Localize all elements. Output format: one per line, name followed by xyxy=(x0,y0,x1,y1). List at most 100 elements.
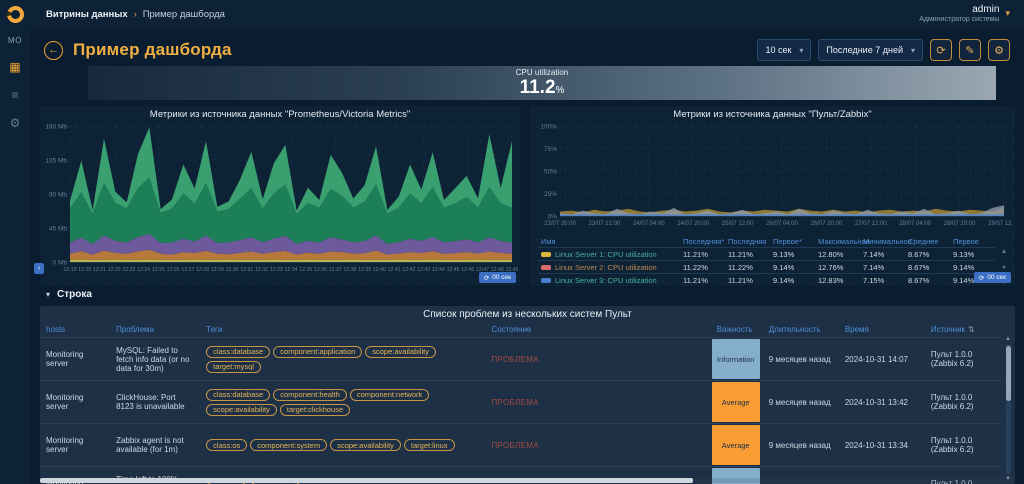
sidebar-item-settings[interactable]: ⚙ xyxy=(10,117,21,129)
sidebar-item-dashboards[interactable]: ▦ xyxy=(9,61,20,73)
legend-stat-value: 9.13% xyxy=(770,248,815,261)
svg-text:12:21: 12:21 xyxy=(93,267,106,273)
series-name: Linux Server 3: CPU utilization xyxy=(555,276,657,285)
range-handle[interactable]: ‹ xyxy=(34,263,44,274)
svg-text:27/07 12:00: 27/07 12:00 xyxy=(855,221,887,227)
breadcrumb-root[interactable]: Витрины данных xyxy=(46,9,128,20)
svg-text:12:35: 12:35 xyxy=(299,267,312,273)
chevron-down-icon: ▾ xyxy=(911,46,915,55)
dashboard-settings-button[interactable]: ⚙ xyxy=(988,39,1010,61)
user-menu[interactable]: admin Администратор системы ▾ xyxy=(919,4,1010,24)
back-button[interactable]: ← xyxy=(44,41,63,60)
legend-stat-value: 11.21% xyxy=(725,274,770,287)
tag-pill[interactable]: scope:availability xyxy=(330,439,401,451)
scroll-up-icon[interactable]: ▲ xyxy=(1001,248,1008,255)
tag-pill[interactable]: target:linux xyxy=(404,439,455,451)
series-name: Linux Server 2: CPU utilization xyxy=(555,263,657,272)
svg-text:12:39: 12:39 xyxy=(358,267,371,273)
refresh-interval-select[interactable]: 10 сек ▾ xyxy=(757,39,811,61)
legend-stat-value: 8.67% xyxy=(905,274,950,287)
edit-dashboard-button[interactable]: ✎ xyxy=(959,39,981,61)
prometheus-chart-panel: Метрики из источника данных "Prometheus/… xyxy=(40,106,520,286)
time-range-select[interactable]: Последние 7 дней ▾ xyxy=(818,39,923,61)
svg-text:12:45: 12:45 xyxy=(447,267,460,273)
prometheus-chart-canvas[interactable]: 180 Mb135 Mb90 Mb45 Mb0 Mb12:1912:2012:2… xyxy=(40,122,520,289)
problem-row[interactable]: Monitoring serverClickHouse: Port 8123 i… xyxy=(40,381,1001,424)
legend-column-header[interactable]: Максимальное xyxy=(815,236,860,248)
svg-text:12:24: 12:24 xyxy=(137,267,150,273)
tag-pill[interactable]: scope:availability xyxy=(365,346,436,358)
refresh-countdown-badge[interactable]: ⟳00 сек xyxy=(974,272,1011,283)
problems-column-header[interactable]: Теги xyxy=(200,322,485,338)
tag-pill[interactable]: component:health xyxy=(273,389,347,401)
tag-pill[interactable]: target:mysql xyxy=(206,361,261,373)
gear-icon: ⚙ xyxy=(994,44,1004,57)
svg-text:12:30: 12:30 xyxy=(226,267,239,273)
svg-text:26/07 20:00: 26/07 20:00 xyxy=(811,221,843,227)
svg-text:0 Mb: 0 Mb xyxy=(53,260,68,267)
chevron-down-icon: ▾ xyxy=(799,46,803,55)
row-section-toggle[interactable]: ▾ Строка xyxy=(46,289,92,300)
tag-pill[interactable]: component:network xyxy=(350,389,429,401)
problems-column-header[interactable]: Источник⇅ xyxy=(925,322,1001,338)
tag-pill[interactable]: class:database xyxy=(206,389,270,401)
tag-pill[interactable]: scope:availability xyxy=(206,404,277,416)
horizontal-scrollbar[interactable] xyxy=(40,478,693,483)
tag-pill[interactable]: class:database xyxy=(206,346,270,358)
zabbix-chart-panel: Метрики из источника данных "Пульт/Zabbi… xyxy=(530,106,1015,286)
scrollbar-thumb[interactable] xyxy=(1006,346,1011,401)
refresh-countdown-badge[interactable]: ⟳00 сек xyxy=(479,272,516,283)
problem-row[interactable]: Monitoring serverZabbix agent is not ava… xyxy=(40,424,1001,467)
legend-stat-value: 11.21% xyxy=(680,274,725,287)
zabbix-chart-canvas[interactable]: 100%75%50%25%0%22/07 20:0023/07 12:0024/… xyxy=(530,122,1015,235)
scroll-up-icon[interactable]: ▲ xyxy=(1005,336,1011,342)
legend-row[interactable]: Linux Server 3: CPU utilization 11.21%11.… xyxy=(538,274,995,287)
severity-badge: Average xyxy=(712,425,760,465)
charts-row: Метрики из источника данных "Prometheus/… xyxy=(40,106,1015,286)
problem-source: Пульт 1.0.0 (Zabbix 6.2) xyxy=(925,424,1001,467)
refresh-interval-value: 10 сек xyxy=(765,45,791,55)
problem-source: Пульт 1.0.0 (Zabbix 6.2) xyxy=(925,381,1001,424)
breadcrumb-separator-icon: › xyxy=(134,9,137,19)
tag-pill[interactable]: target:clickhouse xyxy=(280,404,350,416)
problem-row[interactable]: Monitoring serverMySQL: Failed to fetch … xyxy=(40,338,1001,381)
tag-pill[interactable]: component:application xyxy=(273,346,362,358)
problems-column-header[interactable]: Состояние xyxy=(485,322,710,338)
legend-column-header[interactable]: Среднее xyxy=(905,236,950,248)
kpi-value: 11.2% xyxy=(520,78,565,97)
sidebar: МО ▦ ≡ ⚙ xyxy=(0,0,30,484)
problem-time: 2024-10-31 13:42 xyxy=(839,381,925,424)
tag-pill[interactable]: class:os xyxy=(206,439,247,451)
svg-text:12:36: 12:36 xyxy=(314,267,327,273)
svg-text:50%: 50% xyxy=(544,169,557,176)
legend-column-header[interactable]: Первое* xyxy=(770,236,815,248)
legend-column-header[interactable]: Минимальное xyxy=(860,236,905,248)
refresh-button[interactable]: ⟳ xyxy=(930,39,952,61)
sidebar-item-reports[interactable]: ≡ xyxy=(11,89,18,101)
tag-pill[interactable]: component:system xyxy=(250,439,327,451)
svg-text:12:42: 12:42 xyxy=(402,267,415,273)
problems-column-header[interactable]: Время xyxy=(839,322,925,338)
legend-row[interactable]: Linux Server 2: CPU utilization11.22%11.… xyxy=(538,261,995,274)
svg-text:12:46: 12:46 xyxy=(461,267,474,273)
severity-badge: Information xyxy=(712,339,760,379)
problem-state: ПРОБЛЕМА xyxy=(485,424,710,467)
legend-column-header[interactable]: Последняя xyxy=(725,236,770,248)
svg-text:12:32: 12:32 xyxy=(255,267,268,273)
legend-column-header[interactable]: Последняя* xyxy=(680,236,725,248)
series-color-swatch xyxy=(541,252,551,257)
vertical-scrollbar[interactable]: ▲ ▼ xyxy=(1006,344,1011,474)
legend-stat-value: 12.76% xyxy=(815,261,860,274)
legend-table: ИмяПоследняя*ПоследняяПервое*Максимально… xyxy=(538,236,995,286)
svg-text:22/07 20:00: 22/07 20:00 xyxy=(544,221,576,227)
legend-column-header[interactable]: Первое xyxy=(950,236,995,248)
problems-column-header[interactable]: Проблема xyxy=(110,322,200,338)
problems-column-header[interactable]: hosts xyxy=(40,322,110,338)
app-logo[interactable] xyxy=(0,0,30,28)
problems-column-header[interactable]: Длительность xyxy=(763,322,839,338)
legend-column-header[interactable]: Имя xyxy=(538,236,680,248)
sort-icon[interactable]: ⇅ xyxy=(968,325,975,334)
legend-row[interactable]: Linux Server 1: CPU utilization11.21%11.… xyxy=(538,248,995,261)
scroll-thumb-icon[interactable]: ● xyxy=(1002,264,1006,271)
problems-column-header[interactable]: Важность xyxy=(711,322,763,338)
